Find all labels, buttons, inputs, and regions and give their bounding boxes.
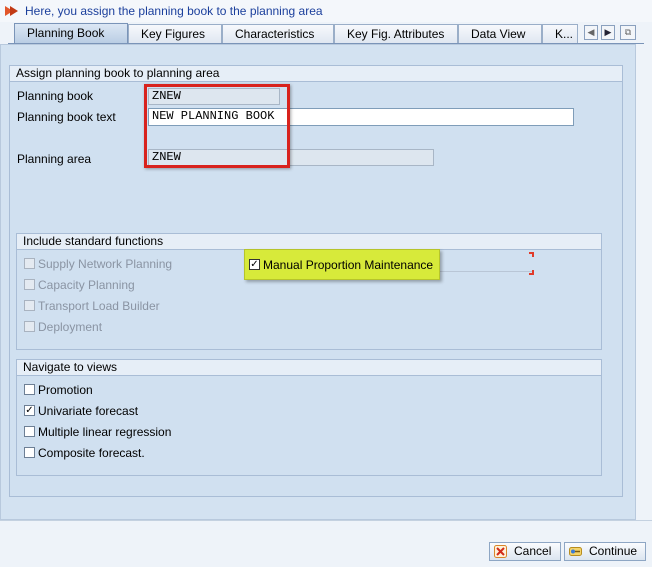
planning-book-text-label: Planning book text bbox=[17, 110, 116, 124]
transport-load-builder-checkbox[interactable] bbox=[24, 300, 35, 311]
continue-label: Continue bbox=[589, 544, 638, 558]
hint-bar: Here, you assign the planning book to th… bbox=[0, 0, 652, 22]
tab-characteristics[interactable]: Characteristics bbox=[222, 24, 334, 43]
supply-network-planning-checkbox[interactable] bbox=[24, 258, 35, 269]
tab-list-button[interactable]: ⧉ bbox=[620, 25, 636, 40]
cancel-button[interactable]: Cancel bbox=[489, 542, 561, 561]
chevron-right-icon: ▶ bbox=[604, 27, 612, 37]
multiple-linear-regression-label: Multiple linear regression bbox=[38, 425, 172, 439]
footer-divider bbox=[0, 520, 652, 521]
promotion-checkbox[interactable] bbox=[24, 384, 35, 395]
continue-icon bbox=[569, 547, 582, 556]
checkmark-icon: ✓ bbox=[250, 259, 259, 270]
continue-button[interactable]: Continue bbox=[564, 542, 646, 561]
planning-book-label: Planning book bbox=[17, 89, 94, 103]
promotion-label: Promotion bbox=[38, 383, 93, 397]
tab-data-view[interactable]: Data View bbox=[458, 24, 542, 43]
arrow-right-icon bbox=[5, 6, 18, 16]
tab-planning-book[interactable]: Planning Book bbox=[14, 23, 128, 44]
views-group-title: Navigate to views bbox=[17, 360, 601, 376]
focus-corner-br bbox=[529, 270, 534, 275]
hint-text: Here, you assign the planning book to th… bbox=[25, 4, 323, 18]
multiple-linear-regression-checkbox[interactable] bbox=[24, 426, 35, 437]
tab-list-icon: ⧉ bbox=[624, 27, 632, 37]
planning-area-label: Planning area bbox=[17, 152, 92, 166]
cancel-icon bbox=[494, 545, 507, 558]
deployment-checkbox[interactable] bbox=[24, 321, 35, 332]
supply-network-planning-label: Supply Network Planning bbox=[38, 257, 173, 271]
planning-fields-highlight bbox=[144, 84, 290, 168]
composite-forecast-label: Composite forecast. bbox=[38, 446, 145, 460]
composite-forecast-checkbox[interactable] bbox=[24, 447, 35, 458]
chevron-left-icon: ◀ bbox=[587, 27, 595, 37]
tab-key-figures[interactable]: Key Figures bbox=[128, 24, 222, 43]
deployment-label: Deployment bbox=[38, 320, 103, 334]
standard-functions-title: Include standard functions bbox=[17, 234, 601, 250]
capacity-planning-checkbox[interactable] bbox=[24, 279, 35, 290]
transport-load-builder-label: Transport Load Builder bbox=[38, 299, 160, 313]
checkmark-icon: ✓ bbox=[25, 405, 34, 416]
assign-group-title: Assign planning book to planning area bbox=[10, 66, 622, 82]
capacity-planning-label: Capacity Planning bbox=[38, 278, 135, 292]
manual-proportion-checkbox[interactable]: ✓ bbox=[249, 259, 260, 270]
manual-proportion-label: Manual Proportion Maintenance bbox=[263, 258, 434, 272]
univariate-forecast-checkbox[interactable]: ✓ bbox=[24, 405, 35, 416]
tab-strip: Planning Book Key Figures Characteristic… bbox=[0, 22, 652, 44]
univariate-forecast-label: Univariate forecast bbox=[38, 404, 139, 418]
tab-scroll-right-button[interactable]: ▶ bbox=[601, 25, 615, 40]
tab-key-fig-attributes[interactable]: Key Fig. Attributes bbox=[334, 24, 458, 43]
tab-scroll-left-button[interactable]: ◀ bbox=[584, 25, 598, 40]
tab-more[interactable]: K... bbox=[542, 24, 578, 43]
focus-corner-tr bbox=[529, 252, 534, 257]
cancel-label: Cancel bbox=[514, 544, 552, 558]
